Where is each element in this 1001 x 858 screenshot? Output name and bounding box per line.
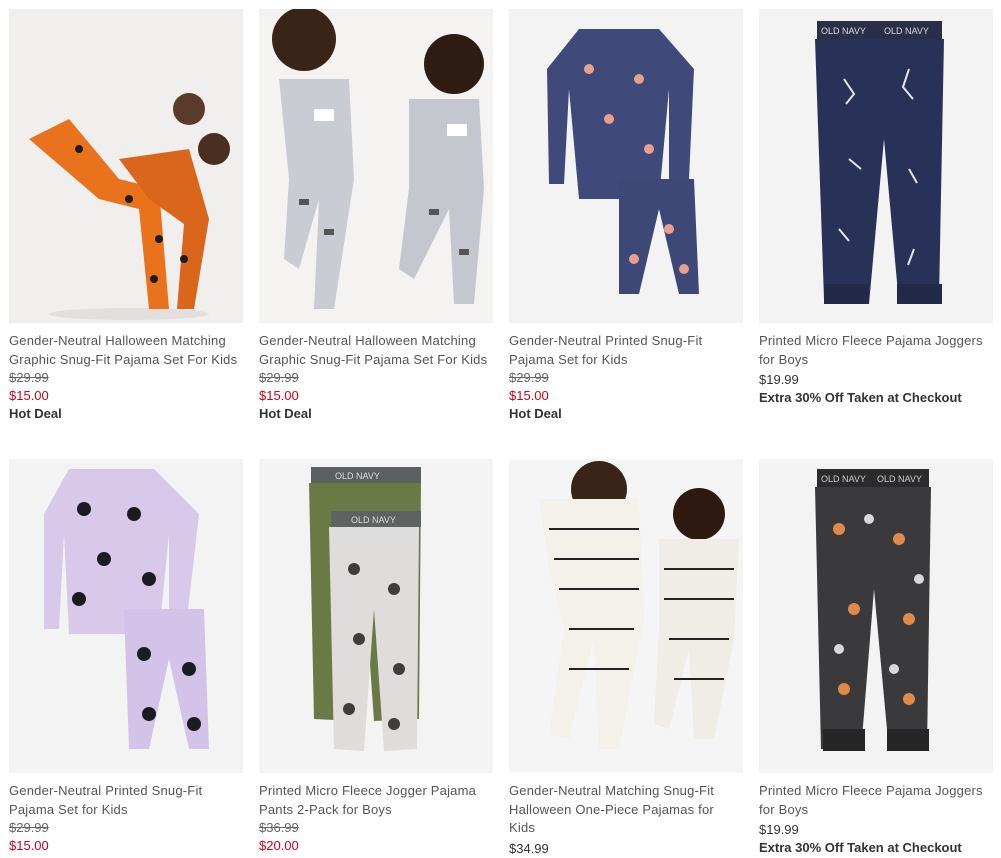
product-title[interactable]: Printed Micro Fleece Pajama Joggers for … <box>759 782 993 819</box>
product-image-art: OLD NAVY OLD NAVY <box>759 9 993 323</box>
product-card[interactable]: OLD NAVY OLD NAVY Printed Micro Fleece P… <box>759 9 993 407</box>
original-price: $29.99 <box>9 820 49 835</box>
sale-price: $15.00 <box>9 838 49 853</box>
product-image-art <box>509 9 743 323</box>
product-image-art <box>9 459 243 773</box>
regular-price: $19.99 <box>759 372 799 387</box>
deal-label: Hot Deal <box>509 406 562 421</box>
product-image-art <box>259 9 493 323</box>
product-image[interactable] <box>9 9 243 323</box>
original-price: $36.99 <box>259 820 299 835</box>
product-image[interactable] <box>509 459 743 773</box>
product-title[interactable]: Printed Micro Fleece Pajama Joggers for … <box>759 332 993 369</box>
product-card[interactable]: Gender-Neutral Halloween Matching Graphi… <box>9 9 243 423</box>
product-title[interactable]: Gender-Neutral Printed Snug-Fit Pajama S… <box>509 332 743 369</box>
waistband-text: OLD NAVY <box>821 26 866 36</box>
sale-price: $20.00 <box>259 838 299 853</box>
product-title[interactable]: Gender-Neutral Halloween Matching Graphi… <box>259 332 493 369</box>
product-card[interactable]: OLD NAVY OLD NAVY Printed Micro Fleece P… <box>759 459 993 857</box>
waistband-text: OLD NAVY <box>821 474 866 484</box>
product-title[interactable]: Gender-Neutral Matching Snug-Fit Hallowe… <box>509 782 743 838</box>
deal-label: Extra 30% Off Taken at Checkout <box>759 390 962 405</box>
waistband-text-2: OLD NAVY <box>877 474 922 484</box>
product-image[interactable]: OLD NAVY OLD NAVY <box>259 459 493 773</box>
regular-price: $19.99 <box>759 822 799 837</box>
product-title[interactable]: Gender-Neutral Halloween Matching Graphi… <box>9 332 243 369</box>
product-card[interactable]: Gender-Neutral Matching Snug-Fit Hallowe… <box>509 459 743 858</box>
product-title[interactable]: Gender-Neutral Printed Snug-Fit Pajama S… <box>9 782 243 819</box>
regular-price: $34.99 <box>509 840 549 856</box>
waistband-text-2: OLD NAVY <box>351 515 396 525</box>
product-image[interactable] <box>259 9 493 323</box>
product-image-art <box>509 459 743 773</box>
product-image[interactable] <box>509 9 743 323</box>
original-price: $29.99 <box>9 370 49 385</box>
product-title[interactable]: Printed Micro Fleece Jogger Pajama Pants… <box>259 782 493 819</box>
product-image-art: OLD NAVY OLD NAVY <box>759 459 993 773</box>
product-card[interactable]: OLD NAVY OLD NAVY Printed Micro Fleece J… <box>259 459 493 855</box>
product-card[interactable]: Gender-Neutral Printed Snug-Fit Pajama S… <box>509 9 743 423</box>
product-card[interactable]: Gender-Neutral Halloween Matching Graphi… <box>259 9 493 423</box>
waistband-text: OLD NAVY <box>335 471 380 481</box>
product-grid: Gender-Neutral Halloween Matching Graphi… <box>0 0 1001 856</box>
product-image-art: OLD NAVY OLD NAVY <box>259 459 493 773</box>
sale-price: $15.00 <box>9 388 49 403</box>
waistband-text-2: OLD NAVY <box>884 26 929 36</box>
product-card[interactable]: Gender-Neutral Printed Snug-Fit Pajama S… <box>9 459 243 855</box>
deal-label: Hot Deal <box>259 406 312 421</box>
sale-price: $15.00 <box>259 388 299 403</box>
deal-label: Hot Deal <box>9 406 62 421</box>
product-image-art <box>9 9 243 323</box>
product-image[interactable] <box>9 459 243 773</box>
product-image[interactable]: OLD NAVY OLD NAVY <box>759 459 993 773</box>
original-price: $29.99 <box>259 370 299 385</box>
deal-label: Extra 30% Off Taken at Checkout <box>759 840 962 855</box>
product-image[interactable]: OLD NAVY OLD NAVY <box>759 9 993 323</box>
original-price: $29.99 <box>509 370 549 385</box>
sale-price: $15.00 <box>509 388 549 403</box>
